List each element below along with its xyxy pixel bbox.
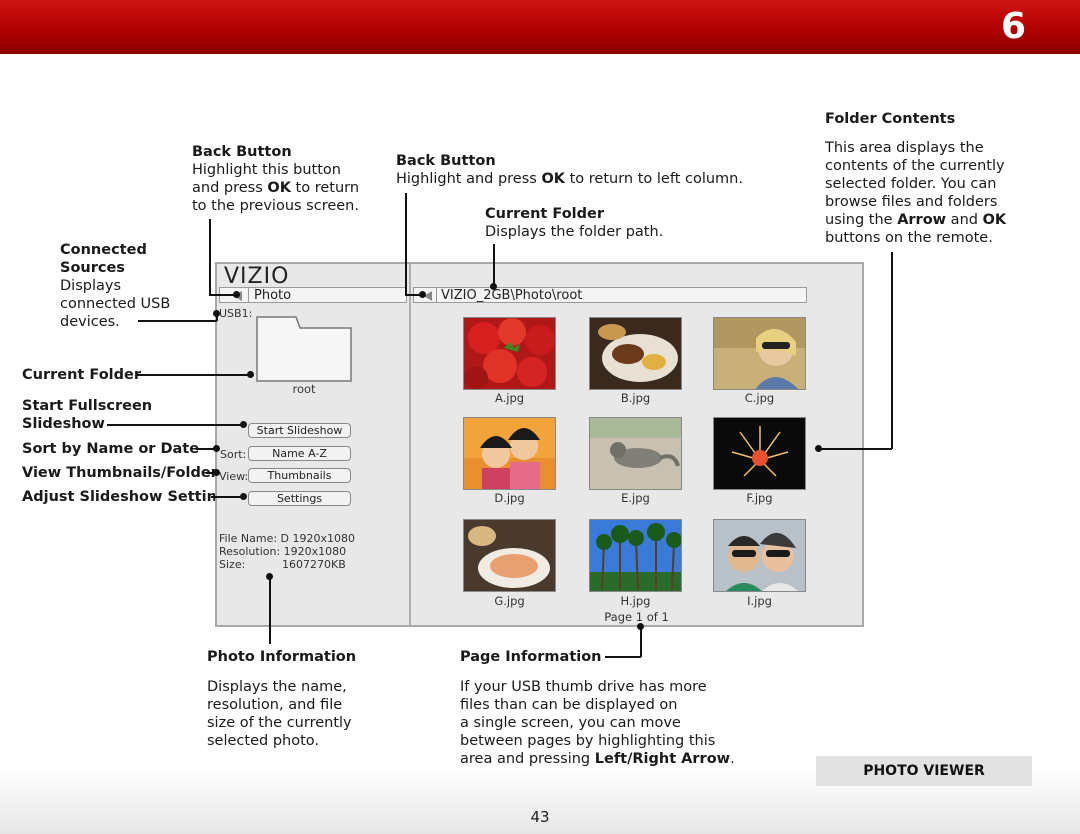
connected-sources-annotation: Connected Sources Displays connected USB… (60, 242, 171, 330)
thumbnail-caption: F.jpg (746, 491, 773, 505)
thumbnail-caption: E.jpg (621, 491, 650, 505)
section-label: PHOTO VIEWER (816, 756, 1032, 786)
photo-information-annotation: Photo Information Displays the name, res… (207, 649, 357, 749)
thumbnail-caption: A.jpg (494, 391, 525, 405)
thumbnail-c[interactable] (713, 317, 806, 390)
thumbnail-caption: B.jpg (620, 391, 651, 405)
annotation-title: Back Button (192, 144, 292, 160)
back-button-right-annotation: Back Button Highlight and press OK to re… (396, 153, 743, 187)
start-fullscreen-label-1: Start Fullscreen (22, 398, 153, 414)
thumbnail-i[interactable] (713, 519, 806, 592)
thumbnail-h[interactable] (589, 519, 682, 592)
thumbnail-caption: H.jpg (620, 594, 651, 608)
folder-icon[interactable] (256, 316, 352, 382)
thumbnail-caption: C.jpg (744, 391, 775, 405)
start-slideshow-button[interactable]: Start Slideshow (248, 423, 351, 438)
page-information-annotation: Page Information If your USB thumb drive… (460, 649, 735, 767)
folder-contents-annotation: Folder Contents This area displays the c… (825, 111, 1007, 246)
settings-button[interactable]: Settings (248, 491, 351, 506)
thumbnail-f[interactable] (713, 417, 806, 490)
current-folder-right-annotation: Current Folder Displays the folder path. (485, 206, 664, 240)
left-path-text: Photo (254, 288, 292, 303)
sort-label: Sort: (220, 448, 247, 461)
back-button-left-annotation: Back Button Highlight this button and pr… (192, 144, 360, 214)
start-fullscreen-label-2: Slideshow (22, 416, 105, 432)
chapter-banner: 6 (0, 0, 1080, 54)
thumbnail-a[interactable] (463, 317, 556, 390)
thumbnail-g[interactable] (463, 519, 556, 592)
thumbnail-b[interactable] (589, 317, 682, 390)
resolution-info: Resolution: 1920x1080 (219, 545, 347, 558)
column-divider (409, 264, 411, 625)
size-info-label: Size: (219, 558, 246, 571)
thumbnail-caption: I.jpg (747, 594, 772, 608)
left-path-bar[interactable]: Photo (219, 287, 407, 303)
page-indicator[interactable]: Page 1 of 1 (590, 611, 683, 624)
vizio-logo: VIZIO (224, 264, 290, 289)
thumbnail-d[interactable] (463, 417, 556, 490)
thumbnail-e[interactable] (589, 417, 682, 490)
view-thumbnails-label: View Thumbnails/Folders (22, 465, 227, 481)
size-info-value: 1607270KB (282, 558, 346, 571)
thumbnail-caption: D.jpg (494, 491, 525, 505)
folder-name: root (292, 382, 316, 396)
current-folder-left-label: Current Folder (22, 367, 142, 383)
sort-button[interactable]: Name A-Z (248, 446, 351, 461)
adjust-slideshow-label: Adjust Slideshow Settings (22, 489, 236, 505)
file-name-info: File Name: D 1920x1080 (219, 532, 356, 545)
right-path-text: VIZIO_2GB\Photo\root (441, 288, 583, 303)
usb-source-label[interactable]: USB1: (219, 307, 252, 320)
right-path-bar[interactable]: VIZIO_2GB\Photo\root (413, 287, 807, 303)
annotation-title: Back Button (396, 153, 496, 169)
thumbnail-caption: G.jpg (494, 594, 525, 608)
chapter-number: 6 (1000, 6, 1026, 47)
view-label: View: (219, 470, 249, 483)
sort-by-label: Sort by Name or Date (22, 441, 200, 457)
view-button[interactable]: Thumbnails (248, 468, 351, 483)
page-number: 43 (530, 808, 550, 826)
